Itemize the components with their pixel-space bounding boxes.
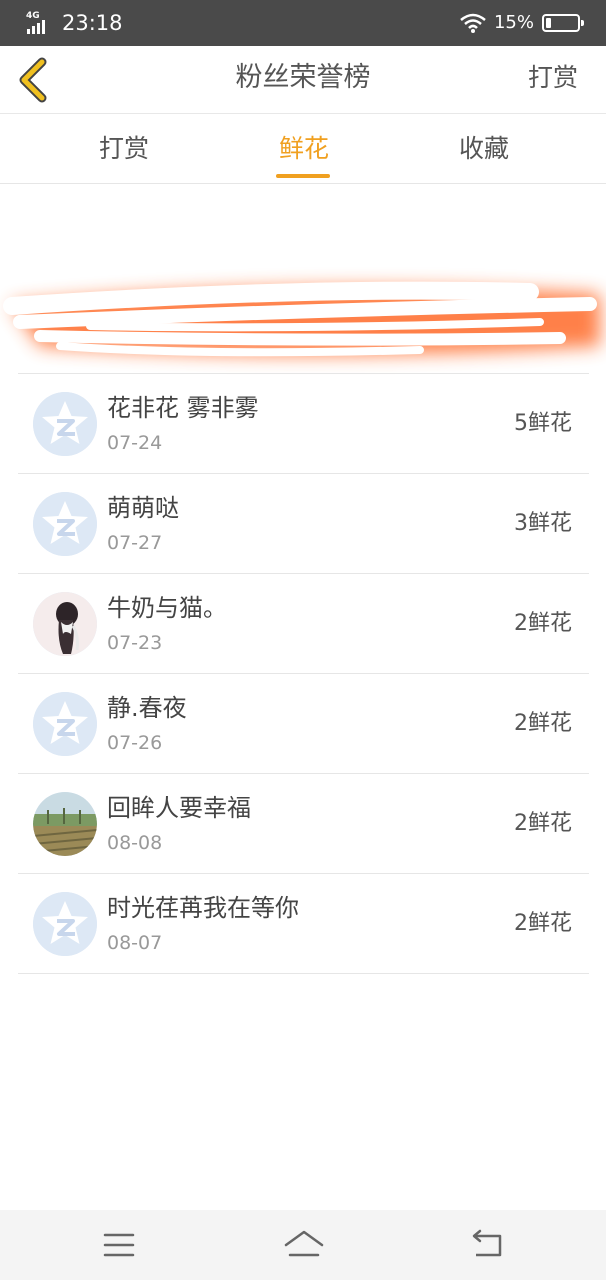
home-icon <box>284 1230 324 1257</box>
list-item[interactable]: 萌萌哒 07-27 3鲜花 <box>18 474 589 574</box>
fan-ranking-list: 花非花 雾非雾 07-24 5鲜花 萌萌哒 07-27 3鲜花 牛奶与猫。 07… <box>18 374 589 974</box>
landscape-photo-avatar-icon <box>33 792 97 856</box>
redaction-scribble <box>3 281 600 357</box>
return-icon <box>472 1229 502 1257</box>
flower-count: 2鲜花 <box>514 611 572 636</box>
system-nav-bar <box>0 1210 606 1280</box>
fan-date: 08-07 <box>107 932 163 954</box>
status-bar: 4G 23:18 15% <box>0 0 606 46</box>
clock: 23:18 <box>62 11 123 35</box>
fan-name: 时光荏苒我在等你 <box>107 894 299 922</box>
list-item[interactable]: 回眸人要幸福 08-08 2鲜花 <box>18 774 589 874</box>
flower-count: 5鲜花 <box>514 411 572 436</box>
fan-date: 07-26 <box>107 732 163 754</box>
list-item[interactable]: 静.春夜 07-26 2鲜花 <box>18 674 589 774</box>
default-qq-avatar-icon <box>33 892 97 956</box>
battery-percent: 15% <box>493 12 534 33</box>
fan-name: 静.春夜 <box>107 694 187 722</box>
fan-date: 07-27 <box>107 532 163 554</box>
cellular-signal-icon: 4G <box>26 11 52 35</box>
header: 粉丝荣誉榜 打赏 <box>0 46 606 114</box>
fan-name: 萌萌哒 <box>107 494 179 522</box>
flower-count: 3鲜花 <box>514 511 572 536</box>
active-tab-indicator <box>276 174 330 178</box>
tip-button[interactable]: 打赏 <box>528 60 578 96</box>
flower-count: 2鲜花 <box>514 711 572 736</box>
tab-bar: 打赏 鲜花 收藏 <box>0 114 606 184</box>
fan-date: 07-24 <box>107 432 163 454</box>
tab-tips[interactable]: 打赏 <box>96 132 152 166</box>
fan-date: 07-23 <box>107 632 163 654</box>
list-item[interactable]: 花非花 雾非雾 07-24 5鲜花 <box>18 374 589 474</box>
menu-icon <box>103 1233 135 1257</box>
page-title: 粉丝荣誉榜 <box>235 62 371 93</box>
flower-count: 2鲜花 <box>514 911 572 936</box>
tab-flowers[interactable]: 鲜花 <box>276 132 332 166</box>
return-button[interactable] <box>466 1227 506 1263</box>
menu-button[interactable] <box>99 1227 139 1263</box>
wifi-icon <box>460 13 486 33</box>
list-item[interactable]: 时光荏苒我在等你 08-07 2鲜花 <box>18 874 589 974</box>
battery-level <box>546 18 551 28</box>
home-button[interactable] <box>282 1227 324 1263</box>
fan-date: 08-08 <box>107 832 163 854</box>
fan-name: 花非花 雾非雾 <box>107 394 259 422</box>
fan-name: 牛奶与猫。 <box>107 594 227 622</box>
default-qq-avatar-icon <box>33 392 97 456</box>
flower-count: 2鲜花 <box>514 811 572 836</box>
tab-favorites[interactable]: 收藏 <box>456 132 512 166</box>
default-qq-avatar-icon <box>33 692 97 756</box>
status-bar-left: 4G 23:18 <box>26 10 123 36</box>
fan-name: 回眸人要幸福 <box>107 794 251 822</box>
battery-icon <box>542 14 584 32</box>
default-qq-avatar-icon <box>33 492 97 556</box>
list-item[interactable]: 牛奶与猫。 07-23 2鲜花 <box>18 574 589 674</box>
girl-photo-avatar-icon <box>33 592 97 656</box>
status-bar-right: 15% <box>460 10 584 36</box>
